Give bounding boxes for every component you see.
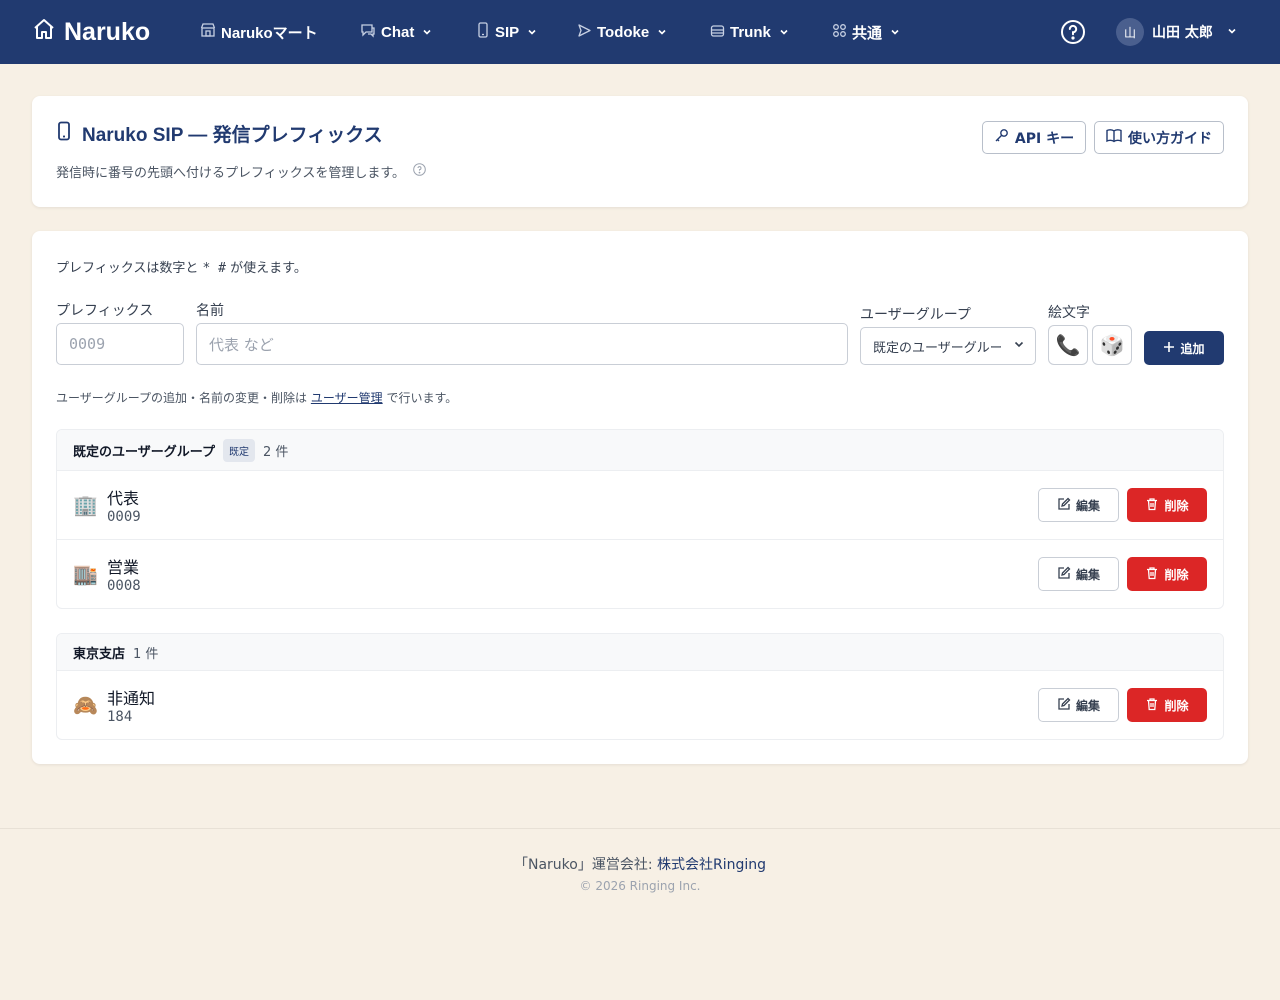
pencil-icon — [1057, 566, 1071, 583]
prefix-label: プレフィックス — [56, 303, 154, 319]
pencil-icon — [1057, 497, 1071, 514]
mobile-icon — [476, 22, 490, 42]
chevron-down-icon — [779, 24, 789, 41]
pencil-icon — [1057, 697, 1071, 714]
group-name: 東京支店 — [73, 646, 126, 662]
nav-item-trunk[interactable]: Trunk — [710, 0, 789, 64]
chevron-down-icon — [1013, 338, 1025, 354]
send-icon — [577, 23, 592, 42]
footer-company-line: 「Naruko」運営会社: 株式会社Ringing — [513, 857, 767, 873]
prefix-input[interactable]: 0009 — [56, 323, 184, 365]
prefix-manager-card: プレフィックスは数字と * # が使えます。 プレフィックス 0009 名前 代… — [32, 231, 1248, 764]
api-key-button[interactable]: API キー — [982, 121, 1086, 154]
user-management-link[interactable]: ユーザー管理 — [311, 391, 383, 405]
list-item: 🙈 非通知 184 編集 削除 — [57, 671, 1223, 739]
page-title: Naruko SIP — 発信プレフィックス — [56, 120, 383, 147]
page-header-card: Naruko SIP — 発信プレフィックス 発信時に番号の先頭へ付けるプレフィ… — [32, 96, 1248, 207]
nav-item-todoke[interactable]: Todoke — [577, 0, 667, 64]
chevron-down-icon — [527, 24, 537, 41]
add-button[interactable]: 追加 — [1144, 331, 1224, 365]
help-icon[interactable] — [1060, 19, 1086, 45]
group-count: 1 件 — [133, 646, 159, 662]
group-default: 既定のユーザーグループ 既定 2 件 🏢 代表 0009 編集 削除 🏬 営業 … — [56, 429, 1224, 609]
grid-icon — [832, 23, 847, 42]
key-icon — [994, 128, 1009, 147]
prefix-value: 0009 — [107, 509, 141, 525]
user-menu[interactable]: 山 山田 太郎 — [1116, 18, 1237, 46]
user-management-note: ユーザーグループの追加・名前の変更・削除は ユーザー管理 で行います。 — [56, 391, 458, 405]
emoji-phone-button[interactable]: 📞 — [1048, 325, 1088, 365]
nav-item-common[interactable]: 共通 — [832, 0, 900, 64]
home-icon — [32, 17, 56, 48]
group-tokyo-branch: 東京支店 1 件 🙈 非通知 184 編集 削除 — [56, 633, 1224, 740]
group-select[interactable]: 既定のユーザーグループ — [860, 327, 1036, 365]
group-name: 既定のユーザーグループ — [73, 444, 215, 460]
office-building-icon: 🏢 — [73, 493, 98, 517]
footer-copyright: © 2026 Ringing Inc. — [579, 879, 701, 893]
default-badge: 既定 — [222, 438, 255, 462]
edit-button[interactable]: 編集 — [1038, 557, 1119, 591]
page-subtitle: 発信時に番号の先頭へ付けるプレフィックスを管理します。 — [56, 162, 426, 181]
see-no-evil-monkey-icon: 🙈 — [73, 693, 98, 717]
emoji-label: 絵文字 — [1048, 305, 1090, 321]
trash-icon — [1145, 566, 1159, 583]
chat-icon — [360, 22, 376, 42]
trash-icon — [1145, 497, 1159, 514]
top-nav: Naruko Narukoマート Chat SIP Todoke Trunk 共… — [0, 0, 1280, 64]
group-header: 東京支店 1 件 — [57, 634, 1223, 671]
prefix-name: 代表 — [107, 489, 140, 508]
store-icon — [200, 22, 216, 42]
name-label: 名前 — [196, 303, 224, 319]
brand-name: Naruko — [64, 17, 151, 46]
prefix-name: 非通知 — [107, 689, 156, 708]
help-circle-icon[interactable] — [413, 163, 426, 180]
emoji-random-button[interactable]: 🎲 — [1092, 325, 1132, 365]
delete-button[interactable]: 削除 — [1127, 688, 1207, 722]
database-icon — [710, 23, 725, 42]
prefix-hint: プレフィックスは数字と * # が使えます。 — [56, 261, 307, 276]
footer: 「Naruko」運営会社: 株式会社Ringing © 2026 Ringing… — [0, 828, 1280, 1000]
group-label: ユーザーグループ — [860, 307, 971, 323]
department-store-icon: 🏬 — [73, 562, 98, 586]
plus-icon — [1163, 341, 1175, 356]
chevron-down-icon — [422, 24, 432, 41]
chevron-down-icon — [657, 24, 667, 41]
edit-button[interactable]: 編集 — [1038, 688, 1119, 722]
company-link[interactable]: 株式会社Ringing — [657, 857, 766, 873]
delete-button[interactable]: 削除 — [1127, 488, 1207, 522]
mobile-icon — [56, 121, 72, 147]
prefix-value: 184 — [107, 709, 133, 725]
prefix-name: 営業 — [107, 558, 140, 577]
avatar: 山 — [1116, 18, 1144, 46]
brand-logo[interactable]: Naruko — [32, 0, 150, 64]
name-input[interactable]: 代表 など — [196, 323, 848, 365]
chevron-down-icon — [1227, 24, 1237, 40]
nav-item-chat[interactable]: Chat — [360, 0, 432, 64]
guide-button[interactable]: 使い方ガイド — [1094, 121, 1224, 154]
prefix-value: 0008 — [107, 578, 141, 594]
list-item: 🏢 代表 0009 編集 削除 — [57, 471, 1223, 540]
nav-item-sip[interactable]: SIP — [476, 0, 537, 64]
user-name: 山田 太郎 — [1152, 25, 1213, 41]
trash-icon — [1145, 697, 1159, 714]
chevron-down-icon — [890, 24, 900, 41]
group-header: 既定のユーザーグループ 既定 2 件 — [57, 430, 1223, 471]
group-count: 2 件 — [262, 444, 289, 460]
book-icon — [1106, 128, 1122, 147]
nav-item-mart[interactable]: Narukoマート — [200, 0, 318, 64]
list-item: 🏬 営業 0008 編集 削除 — [57, 540, 1223, 608]
edit-button[interactable]: 編集 — [1038, 488, 1119, 522]
delete-button[interactable]: 削除 — [1127, 557, 1207, 591]
